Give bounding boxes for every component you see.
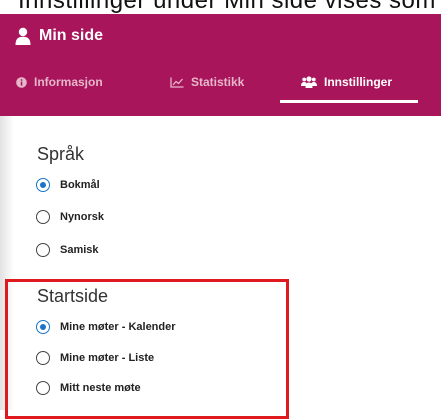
app-header: Min side Informasjon Statistikk Innstill… bbox=[0, 14, 441, 116]
radio-label: Nynorsk bbox=[60, 211, 105, 223]
app-title: Min side bbox=[15, 23, 103, 49]
user-icon bbox=[15, 27, 31, 45]
tab-innstillinger[interactable]: Innstillinger bbox=[301, 62, 392, 102]
radio-nynorsk[interactable]: Nynorsk bbox=[36, 208, 104, 226]
tab-informasjon[interactable]: Informasjon bbox=[16, 62, 103, 102]
section-title-startside: Startside bbox=[37, 286, 109, 306]
section-title-sprak: Språk bbox=[37, 144, 85, 164]
document-text-fragment: Innstillinger under Min side vises som i… bbox=[0, 0, 441, 14]
document-text: Innstillinger under Min side vises som i… bbox=[18, 0, 441, 14]
radio-button-checked[interactable] bbox=[36, 178, 50, 192]
tab-label: Innstillinger bbox=[324, 75, 393, 89]
radio-mitt-neste-mote[interactable]: Mitt neste møte bbox=[36, 379, 141, 397]
tab-bar: Informasjon Statistikk Innstillinger bbox=[0, 62, 441, 103]
radio-samisk[interactable]: Samisk bbox=[36, 241, 99, 259]
radio-button[interactable] bbox=[36, 210, 50, 224]
radio-mine-moter-kalender[interactable]: Mine møter - Kalender bbox=[36, 318, 176, 336]
chart-icon bbox=[170, 77, 191, 88]
radio-label: Mitt neste møte bbox=[60, 382, 141, 394]
radio-label: Samisk bbox=[60, 244, 99, 256]
settings-panel: Språk Bokmål Nynorsk Samisk Startside Mi… bbox=[14, 116, 441, 410]
users-icon bbox=[301, 76, 324, 88]
tab-statistikk[interactable]: Statistikk bbox=[170, 62, 244, 102]
radio-label: Mine møter - Kalender bbox=[60, 321, 176, 333]
radio-bokmal[interactable]: Bokmål bbox=[36, 176, 100, 194]
info-icon bbox=[16, 76, 34, 88]
radio-button[interactable] bbox=[36, 381, 50, 395]
tab-label: Informasjon bbox=[34, 75, 103, 89]
tab-label: Statistikk bbox=[191, 75, 245, 89]
radio-button[interactable] bbox=[36, 351, 50, 365]
radio-mine-moter-liste[interactable]: Mine møter - Liste bbox=[36, 349, 154, 367]
radio-button[interactable] bbox=[36, 243, 50, 257]
active-tab-indicator bbox=[280, 100, 418, 103]
radio-label: Bokmål bbox=[60, 179, 100, 191]
radio-button-checked[interactable] bbox=[36, 320, 50, 334]
app-title-text: Min side bbox=[39, 27, 104, 44]
content-shadow bbox=[0, 116, 14, 410]
radio-label: Mine møter - Liste bbox=[60, 352, 155, 364]
